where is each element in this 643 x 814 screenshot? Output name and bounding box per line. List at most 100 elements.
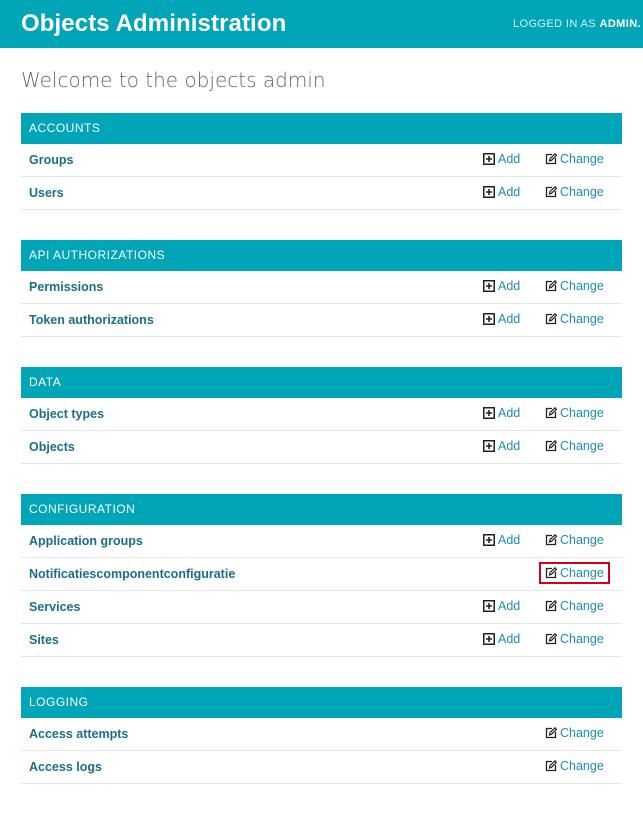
model-link[interactable]: Object types xyxy=(29,407,104,421)
edit-icon xyxy=(545,440,557,452)
add-label: Add xyxy=(498,279,521,293)
module-configuration: CONFIGURATION Application groups Add Change… xyxy=(21,494,622,657)
module-header[interactable]: LOGGING xyxy=(21,687,622,718)
edit-icon xyxy=(545,567,557,579)
change-label: Change xyxy=(560,759,604,773)
model-link[interactable]: Token authorizations xyxy=(29,313,154,327)
add-label: Add xyxy=(498,406,521,420)
user-tools: LOGGED IN AS ADMIN. xyxy=(513,18,643,30)
plus-square-icon xyxy=(483,313,495,325)
edit-icon xyxy=(545,633,557,645)
add-label: Add xyxy=(498,152,521,166)
model-row: Users Add Change xyxy=(21,177,622,210)
module-logging: LOGGING Access attempts Change Access logs C… xyxy=(21,687,622,784)
change-label: Change xyxy=(560,439,604,453)
model-row: Notificatiescomponentconfiguratie Change xyxy=(21,558,622,591)
add-label: Add xyxy=(498,439,521,453)
change-label: Change xyxy=(560,632,604,646)
plus-square-icon xyxy=(483,280,495,292)
plus-square-icon xyxy=(483,186,495,198)
change-link[interactable]: Change xyxy=(545,599,604,613)
add-label: Add xyxy=(498,533,521,547)
model-link[interactable]: Access logs xyxy=(29,760,102,774)
module-api-authorizations: API AUTHORIZATIONS Permissions Add Change To… xyxy=(21,240,622,337)
model-link[interactable]: Groups xyxy=(29,153,73,167)
model-row: Access logs Change xyxy=(21,751,622,784)
plus-square-icon xyxy=(483,534,495,546)
change-label: Change xyxy=(560,185,604,199)
model-row: Access attempts Change xyxy=(21,718,622,751)
change-label: Change xyxy=(560,726,604,740)
add-link[interactable]: Add xyxy=(483,312,520,326)
add-label: Add xyxy=(498,185,521,199)
change-link[interactable]: Change xyxy=(545,439,604,453)
plus-square-icon xyxy=(483,407,495,419)
add-link[interactable]: Add xyxy=(483,533,520,547)
change-link[interactable]: Change xyxy=(545,406,604,420)
model-row: Objects Add Change xyxy=(21,431,622,464)
add-label: Add xyxy=(498,632,521,646)
site-header: Objects Administration LOGGED IN AS ADMI… xyxy=(0,0,643,48)
change-link[interactable]: Change xyxy=(545,152,604,166)
add-link[interactable]: Add xyxy=(483,279,520,293)
change-label: Change xyxy=(560,406,604,420)
add-link[interactable]: Add xyxy=(483,185,520,199)
change-label: Change xyxy=(560,566,604,580)
model-row: Permissions Add Change xyxy=(21,271,622,304)
plus-square-icon xyxy=(483,153,495,165)
change-link[interactable]: Change xyxy=(545,533,604,547)
change-label: Change xyxy=(560,599,604,613)
model-row: Sites Add Change xyxy=(21,624,622,657)
change-link[interactable]: Change xyxy=(545,726,604,740)
page-title: Welcome to the objects admin xyxy=(21,68,326,92)
module-header[interactable]: API AUTHORIZATIONS xyxy=(21,240,622,271)
module-header[interactable]: DATA xyxy=(21,367,622,398)
model-row: Services Add Change xyxy=(21,591,622,624)
add-link[interactable]: Add xyxy=(483,152,520,166)
change-link[interactable]: Change xyxy=(545,759,604,773)
edit-icon xyxy=(545,600,557,612)
model-link[interactable]: Notificatiescomponentconfiguratie xyxy=(29,567,235,581)
edit-icon xyxy=(545,313,557,325)
model-link[interactable]: Sites xyxy=(29,633,59,647)
edit-icon xyxy=(545,727,557,739)
change-label: Change xyxy=(560,279,604,293)
model-row: Application groups Add Change xyxy=(21,525,622,558)
change-link[interactable]: Change xyxy=(545,279,604,293)
add-link[interactable]: Add xyxy=(483,439,520,453)
model-link[interactable]: Permissions xyxy=(29,280,103,294)
add-link[interactable]: Add xyxy=(483,406,520,420)
model-row: Object types Add Change xyxy=(21,398,622,431)
model-link[interactable]: Application groups xyxy=(29,534,143,548)
model-link[interactable]: Services xyxy=(29,600,80,614)
module-header[interactable]: ACCOUNTS xyxy=(21,113,622,144)
site-title[interactable]: Objects Administration xyxy=(21,10,286,38)
change-label: Change xyxy=(560,152,604,166)
edit-icon xyxy=(545,760,557,772)
add-link[interactable]: Add xyxy=(483,599,520,613)
module-data: DATA Object types Add Change Objects Add Chang… xyxy=(21,367,622,464)
add-label: Add xyxy=(498,599,521,613)
add-label: Add xyxy=(498,312,521,326)
change-link[interactable]: Change xyxy=(545,185,604,199)
change-link[interactable]: Change xyxy=(539,562,610,584)
change-label: Change xyxy=(560,312,604,326)
model-link[interactable]: Access attempts xyxy=(29,727,128,741)
change-link[interactable]: Change xyxy=(545,632,604,646)
edit-icon xyxy=(545,280,557,292)
model-link[interactable]: Users xyxy=(29,186,64,200)
edit-icon xyxy=(545,534,557,546)
edit-icon xyxy=(545,407,557,419)
edit-icon xyxy=(545,153,557,165)
logged-in-label: LOGGED IN AS xyxy=(512,18,597,30)
app-list: ACCOUNTS Groups Add Change Users Add Change API… xyxy=(21,113,622,814)
model-row: Groups Add Change xyxy=(21,144,622,177)
module-accounts: ACCOUNTS Groups Add Change Users Add Change xyxy=(21,113,622,210)
edit-icon xyxy=(545,186,557,198)
change-link[interactable]: Change xyxy=(545,312,604,326)
change-label: Change xyxy=(560,533,604,547)
module-header[interactable]: CONFIGURATION xyxy=(21,494,622,525)
plus-square-icon xyxy=(483,440,495,452)
add-link[interactable]: Add xyxy=(483,632,520,646)
model-link[interactable]: Objects xyxy=(29,440,75,454)
